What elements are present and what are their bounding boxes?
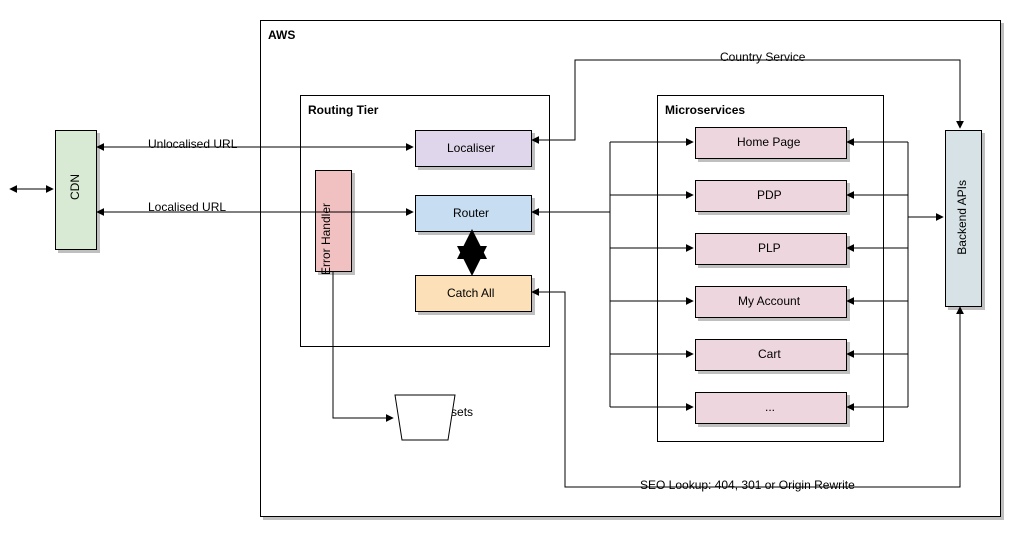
diagram-canvas: AWS Routing Tier Microservices CDN Error…	[0, 0, 1024, 535]
connectors-layer	[0, 0, 1024, 535]
